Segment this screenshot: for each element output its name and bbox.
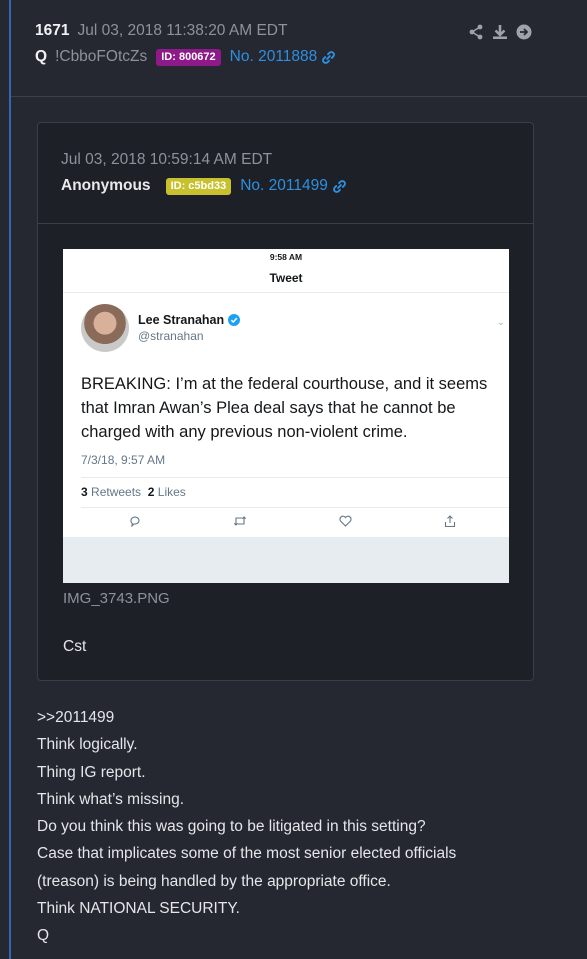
quoted-post-card: Jul 03, 2018 10:59:14 AM EDT Anonymous I… — [37, 122, 534, 681]
retweet-icon — [233, 516, 247, 526]
tweet-avatar — [81, 304, 129, 352]
tweet-divider — [63, 292, 509, 293]
tweet-author-name: Lee Stranahan — [138, 313, 225, 327]
tweet-status-time: 9:58 AM — [269, 252, 303, 262]
message-line: Do you think this was going to be litiga… — [37, 818, 426, 836]
message-signature: Q — [37, 927, 50, 945]
share-icon — [444, 515, 456, 528]
verified-badge-icon — [228, 314, 241, 326]
post-author: Q — [35, 48, 48, 65]
quoted-post-author: Anonymous — [61, 177, 151, 194]
link-icon[interactable] — [332, 179, 347, 194]
tweet-screenshot-image[interactable]: 9:58 AM Tweet Lee Stranahan @stranahan ⌄… — [63, 249, 509, 583]
post-header: 1671 Jul 03, 2018 11:38:20 AM EDT Q !Cbb… — [11, 0, 587, 97]
download-icon[interactable] — [492, 24, 508, 40]
tweet-actions — [63, 515, 509, 533]
tweet-author-handle: @stranahan — [138, 329, 204, 343]
quoted-post-number-link[interactable]: No. 2011499 — [240, 177, 347, 195]
tweet-divider — [81, 477, 509, 478]
quoted-post-number-label[interactable]: No. 2011499 — [240, 177, 328, 195]
poster-id-badge[interactable]: ID: 800672 — [156, 48, 221, 66]
attachment-filename[interactable]: IMG_3743.PNG — [63, 590, 170, 607]
post-number: 1671 — [35, 22, 70, 39]
tweet-text: BREAKING: I’m at the federal courthouse,… — [81, 375, 488, 441]
likes-label: Likes — [157, 485, 186, 499]
message-line: Think what’s missing. — [37, 790, 185, 808]
link-icon[interactable] — [321, 50, 336, 65]
quote-reference-link[interactable]: >>2011499 — [37, 704, 456, 731]
post-timestamp: Jul 03, 2018 11:38:20 AM EDT — [77, 22, 288, 39]
chevron-down-icon: ⌄ — [496, 317, 505, 328]
tweet-divider — [81, 507, 509, 508]
share-icon[interactable] — [468, 24, 484, 40]
like-heart-icon — [339, 515, 352, 527]
go-arrow-icon[interactable] — [516, 24, 532, 40]
message-line: Think logically. — [37, 736, 138, 754]
tweet-header-title: Tweet — [269, 271, 303, 285]
quoted-post-header: Jul 03, 2018 10:59:14 AM EDT Anonymous I… — [38, 123, 533, 224]
quoted-post-body: Cst — [63, 638, 87, 655]
retweets-count: 3 — [81, 485, 88, 499]
tweet-date: 7/3/18, 9:57 AM — [81, 453, 166, 467]
quoted-post-timestamp: Jul 03, 2018 10:59:14 AM EDT — [61, 151, 273, 168]
post-tripcode: !CbboFOtcZs — [55, 48, 148, 65]
tweet-footer-area — [63, 537, 509, 583]
message-line: Case that implicates some of the most se… — [37, 845, 457, 863]
tweet-author-row: Lee Stranahan — [138, 313, 241, 327]
post-number-link[interactable]: No. 2011888 — [230, 48, 337, 66]
reply-icon — [130, 516, 140, 527]
likes-count: 2 — [147, 485, 155, 499]
tweet-stats: 3 Retweets 2 Likes — [81, 485, 186, 499]
post-actions — [468, 24, 532, 40]
message-line: (treason) is being handled by the approp… — [37, 872, 391, 890]
message-line: Think NATIONAL SECURITY. — [37, 900, 240, 918]
quoted-poster-id-badge[interactable]: ID: c5bd33 — [165, 177, 232, 195]
retweets-label: Retweets — [91, 485, 142, 499]
message-line: Thing IG report. — [37, 763, 146, 781]
post-thread-rule — [9, 0, 11, 959]
post-number-link-label[interactable]: No. 2011888 — [230, 48, 318, 66]
post-message: >>2011499 Think logically. Thing IG repo… — [37, 704, 456, 950]
